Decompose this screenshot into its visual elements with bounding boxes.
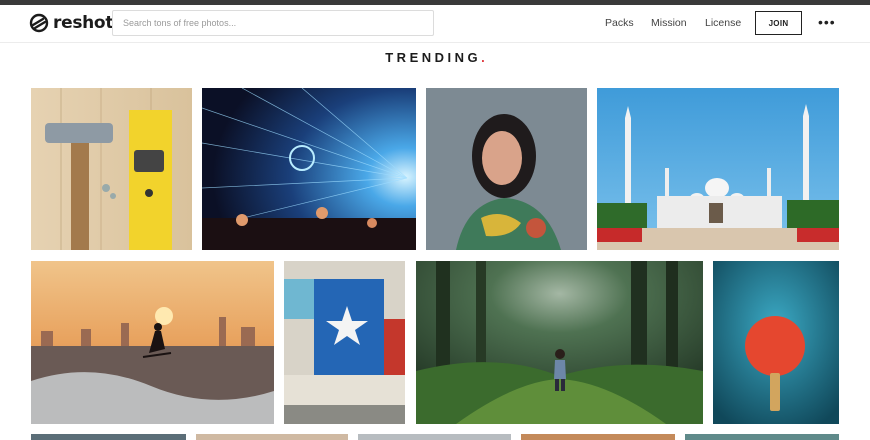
mosque-photo[interactable] (597, 88, 839, 250)
hammer-level-photo[interactable] (31, 88, 192, 250)
nav-packs[interactable]: Packs (605, 17, 634, 29)
photo-thumbnail[interactable] (685, 434, 839, 440)
ping-pong-paddle-photo[interactable] (713, 261, 839, 424)
photo-thumbnail[interactable] (358, 434, 511, 440)
logo-icon (29, 13, 49, 33)
laser-concert-photo[interactable] (202, 88, 416, 250)
woman-portrait-photo[interactable] (426, 88, 587, 250)
section-title-text: TRENDING (385, 50, 482, 65)
photo-thumbnail[interactable] (31, 434, 186, 440)
join-button[interactable]: JOIN (755, 11, 802, 35)
search-input[interactable] (112, 10, 434, 36)
texas-flag-wall-photo[interactable] (284, 261, 405, 424)
surfer-sunset-photo[interactable] (31, 261, 274, 424)
section-title: TRENDING. (0, 50, 870, 65)
nav-license[interactable]: License (705, 17, 741, 29)
forest-girl-photo[interactable] (416, 261, 703, 424)
logo[interactable]: reshot (29, 13, 113, 33)
photo-thumbnail[interactable] (521, 434, 675, 440)
more-menu-icon[interactable]: ••• (818, 14, 836, 30)
photo-thumbnail[interactable] (196, 434, 348, 440)
header: reshot Packs Mission License JOIN ••• (0, 5, 870, 43)
nav-mission[interactable]: Mission (651, 17, 687, 29)
logo-text: reshot (53, 13, 114, 33)
title-dot: . (481, 50, 485, 65)
